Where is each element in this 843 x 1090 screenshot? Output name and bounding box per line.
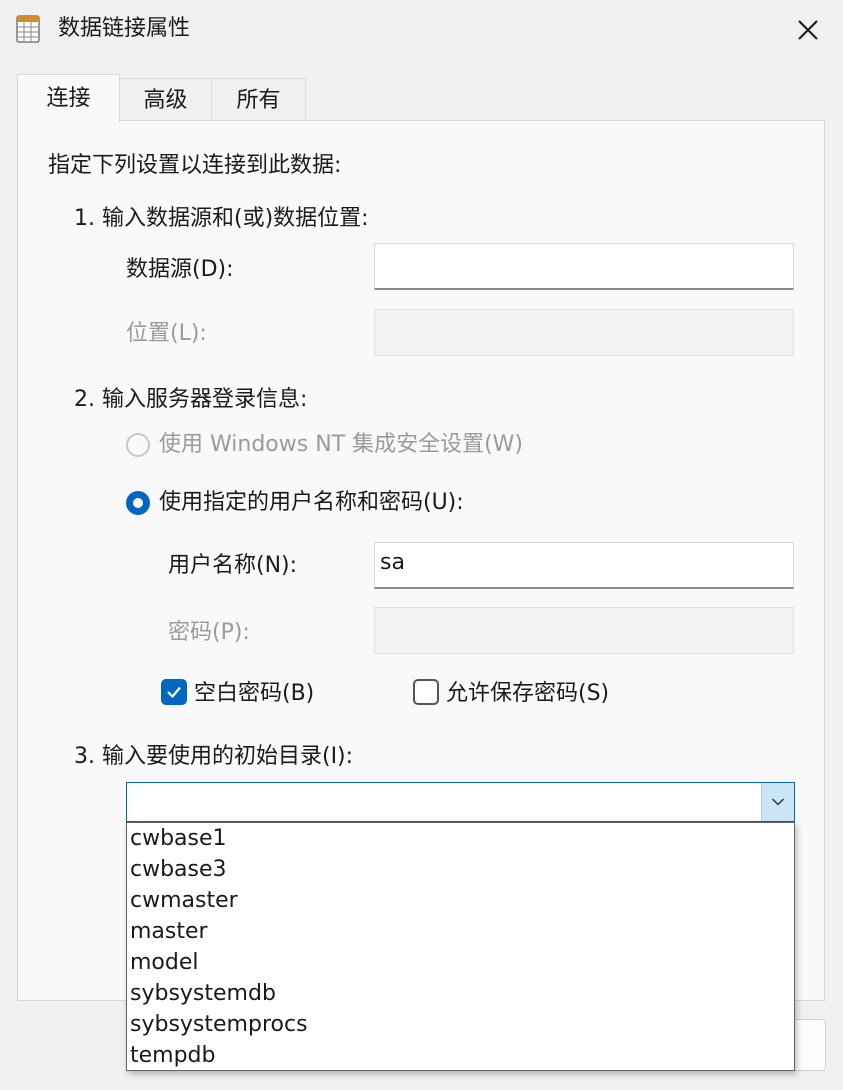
tab-connection[interactable]: 连接 [17, 74, 120, 122]
tab-all[interactable]: 所有 [211, 78, 306, 120]
username-label: 用户名称(N): [168, 553, 298, 578]
list-item[interactable]: model [127, 947, 794, 978]
initial-catalog-combobox[interactable] [126, 782, 795, 822]
step1-heading: 1. 输入数据源和(或)数据位置: [74, 206, 369, 231]
list-item[interactable]: master [127, 916, 794, 947]
list-item[interactable]: tempdb [127, 1040, 794, 1071]
location-label: 位置(L): [126, 321, 207, 346]
list-item[interactable]: cwmaster [127, 885, 794, 916]
password-label: 密码(P): [168, 620, 250, 645]
radio-user-password[interactable] [126, 491, 150, 515]
list-item[interactable]: sybsystemdb [127, 978, 794, 1009]
dropdown-button[interactable] [761, 783, 794, 821]
allow-save-password-checkbox[interactable] [413, 679, 439, 705]
list-item[interactable]: cwbase3 [127, 854, 794, 885]
username-input[interactable]: sa [374, 542, 794, 589]
tab-advanced[interactable]: 高级 [119, 78, 212, 120]
step3-heading: 3. 输入要使用的初始目录(I): [74, 744, 354, 769]
step2-heading: 2. 输入服务器登录信息: [74, 387, 308, 412]
radio-windows-nt [126, 433, 150, 457]
radio-windows-nt-label: 使用 Windows NT 集成安全设置(W) [159, 432, 523, 457]
close-icon [798, 20, 818, 40]
data-source-input[interactable] [374, 243, 794, 290]
data-source-label: 数据源(D): [126, 257, 234, 282]
list-item[interactable]: cwbase1 [127, 823, 794, 854]
blank-password-label[interactable]: 空白密码(B) [194, 680, 314, 708]
catalog-dropdown-list: cwbase1 cwbase3 cwmaster master model sy… [126, 822, 795, 1071]
instruction-text: 指定下列设置以连接到此数据: [48, 153, 342, 178]
checkmark-icon [167, 686, 181, 699]
close-button[interactable] [780, 8, 836, 52]
blank-password-checkbox[interactable] [161, 679, 187, 705]
list-item[interactable]: sybsystemprocs [127, 1009, 794, 1040]
password-input [374, 607, 794, 654]
window-title: 数据链接属性 [58, 16, 191, 41]
allow-save-password-label[interactable]: 允许保存密码(S) [446, 680, 609, 708]
radio-user-password-label[interactable]: 使用指定的用户名称和密码(U): [159, 489, 464, 517]
chevron-down-icon [771, 798, 785, 806]
spreadsheet-icon [14, 14, 44, 44]
location-input [374, 309, 794, 356]
